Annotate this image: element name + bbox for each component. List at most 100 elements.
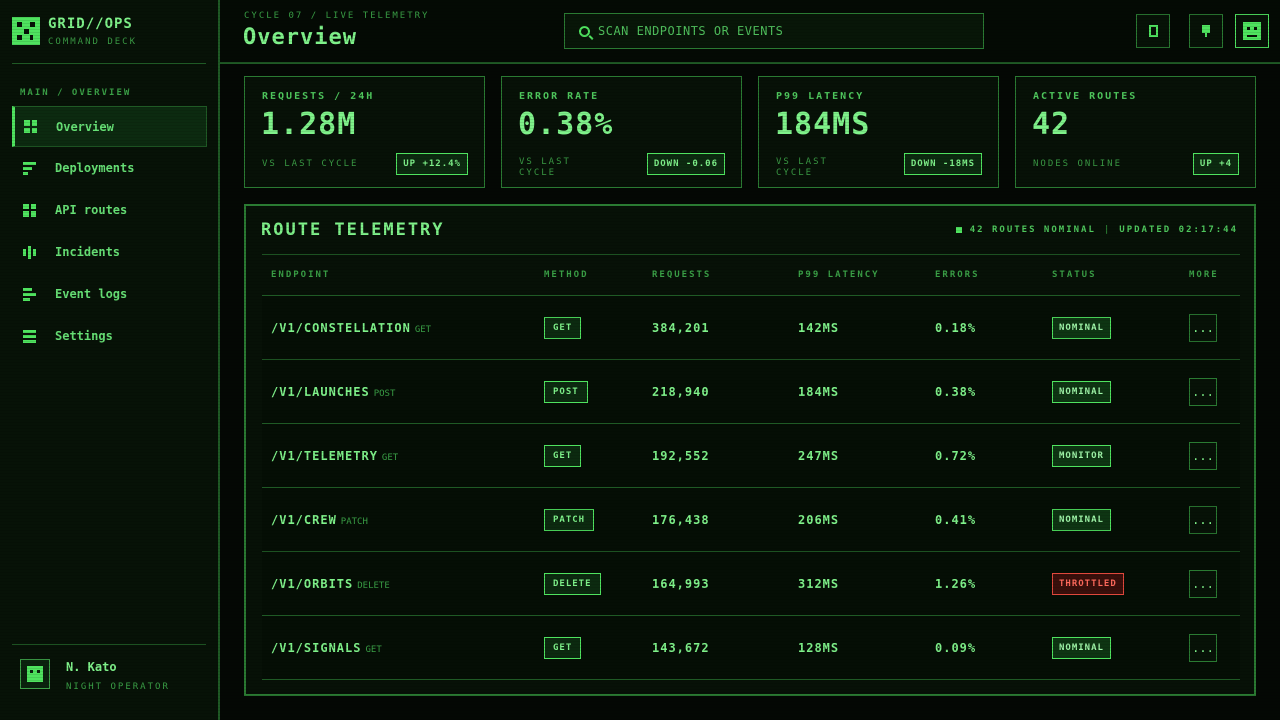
sidebar-nav: Overview Deployments API routes Incident…	[12, 106, 207, 357]
status-cell: NOMINAL	[1043, 487, 1180, 552]
more-button[interactable]: ...	[1189, 505, 1217, 534]
endpoint-path[interactable]: /V1/ORBITS	[271, 577, 353, 591]
stat-card-routes: ACTIVE ROUTES 42 NODES ONLINE UP +4	[1015, 76, 1256, 188]
more-button[interactable]: ...	[1189, 313, 1217, 342]
sidebar-item-settings[interactable]: Settings	[12, 315, 207, 357]
more-button[interactable]: ...	[1189, 569, 1217, 598]
user-profile[interactable]: N. Kato NIGHT OPERATOR	[20, 659, 170, 692]
breadcrumb: CYCLE 07 / LIVE TELEMETRY	[244, 11, 430, 21]
status-badge: THROTTLED	[1052, 572, 1124, 595]
user-role: NIGHT OPERATOR	[66, 682, 170, 692]
brand[interactable]: GRID//OPS COMMAND DECK	[12, 17, 137, 47]
grid-icon	[23, 203, 36, 217]
col-endpoint[interactable]: ENDPOINT	[262, 254, 535, 296]
stat-badge: DOWN -18MS	[903, 153, 982, 175]
endpoint-path[interactable]: /V1/CREW	[271, 513, 337, 527]
requests-cell: 384,201	[643, 295, 789, 360]
status-cell: MONITOR	[1043, 423, 1180, 488]
bars-icon	[23, 161, 36, 175]
endpoint-cell: /V1/CREW PATCH	[262, 487, 535, 552]
col-errors[interactable]: ERRORS	[926, 254, 1043, 296]
sidebar-item-label: Event logs	[55, 287, 128, 301]
endpoint-method-tag: GET	[365, 644, 382, 655]
more-button[interactable]: ...	[1189, 633, 1217, 662]
stat-card-latency: P99 LATENCY 184MS VS LAST CYCLE DOWN -18…	[758, 76, 999, 188]
col-requests[interactable]: REQUESTS	[643, 254, 789, 296]
stat-label: P99 LATENCY	[776, 91, 865, 102]
latency-cell: 206MS	[789, 487, 926, 552]
device-button[interactable]	[1136, 14, 1170, 48]
avatar-icon	[1243, 22, 1261, 40]
sidebar-item-incidents[interactable]: Incidents	[12, 231, 207, 273]
search-input[interactable]	[598, 24, 958, 38]
more-cell: ...	[1180, 551, 1240, 616]
endpoint-cell: /V1/SIGNALS GET	[262, 615, 535, 680]
updated-time: UPDATED 02:17:44	[1119, 225, 1238, 235]
stat-value: 42	[1032, 107, 1071, 142]
stat-badge: UP +12.4%	[396, 153, 468, 175]
sidebar-divider	[12, 63, 206, 64]
errors-cell: 0.38%	[926, 359, 1043, 424]
table-row[interactable]: /V1/LAUNCHES POST POST 218,940 184MS 0.38% NOM…	[262, 359, 1240, 424]
more-button[interactable]: ...	[1189, 441, 1217, 470]
sidebar-item-event-logs[interactable]: Event logs	[12, 273, 207, 315]
stat-subtext: NODES ONLINE	[1033, 159, 1123, 169]
method-cell: DELETE	[535, 551, 643, 616]
stat-label: REQUESTS / 24H	[262, 91, 375, 102]
table-row[interactable]: /V1/CREW PATCH PATCH 176,438 206MS 0.41% NOMIN…	[262, 487, 1240, 552]
endpoint-method-tag: GET	[414, 324, 432, 335]
stat-label: ACTIVE ROUTES	[1033, 91, 1138, 102]
table-row[interactable]: /V1/SIGNALS GET GET 143,672 128MS 0.09% NOMINA…	[262, 615, 1240, 680]
status-badge: NOMINAL	[1052, 316, 1111, 339]
sidebar-item-deployments[interactable]: Deployments	[12, 147, 207, 189]
errors-cell: 0.41%	[926, 487, 1043, 552]
method-chip: POST	[544, 380, 588, 403]
sidebar-item-label: API routes	[55, 203, 128, 217]
endpoint-cell: /V1/ORBITS DELETE	[262, 551, 535, 616]
endpoint-path[interactable]: /V1/CONSTELLATION	[271, 321, 411, 335]
table-row[interactable]: /V1/TELEMETRY GET GET 192,552 247MS 0.72% MONI…	[262, 423, 1240, 488]
search-box[interactable]	[564, 13, 984, 49]
sidebar-item-api-routes[interactable]: API routes	[12, 189, 207, 231]
profile-button[interactable]	[1235, 14, 1269, 48]
log-icon	[23, 287, 36, 301]
method-chip: GET	[544, 636, 582, 659]
col-more: MORE	[1180, 254, 1240, 296]
table-row[interactable]: /V1/CONSTELLATION GET GET 384,201 142MS 0.18%…	[262, 295, 1240, 360]
sidebar-divider	[12, 644, 206, 645]
stat-card-error-rate: ERROR RATE 0.38% VS LAST CYCLE DOWN -0.0…	[501, 76, 742, 188]
status-badge: MONITOR	[1052, 444, 1111, 467]
notifications-button[interactable]	[1189, 14, 1223, 48]
bell-icon	[1202, 25, 1210, 37]
method-cell: PATCH	[535, 487, 643, 552]
status-cell: THROTTLED	[1043, 551, 1180, 616]
latency-cell: 128MS	[789, 615, 926, 680]
stat-badge: DOWN -0.06	[646, 153, 725, 175]
errors-cell: 0.72%	[926, 423, 1043, 488]
col-status[interactable]: STATUS	[1043, 254, 1180, 296]
method-chip: GET	[544, 316, 582, 339]
stat-card-requests: REQUESTS / 24H 1.28M VS LAST CYCLE UP +1…	[244, 76, 485, 188]
endpoint-path[interactable]: /V1/SIGNALS	[271, 641, 361, 655]
more-button[interactable]: ...	[1189, 377, 1217, 406]
endpoint-path[interactable]: /V1/TELEMETRY	[271, 449, 378, 463]
col-method[interactable]: METHOD	[535, 254, 643, 296]
status-badge: NOMINAL	[1052, 508, 1111, 531]
table-row[interactable]: /V1/ORBITS DELETE DELETE 164,993 312MS 1.26% T…	[262, 551, 1240, 616]
col-latency[interactable]: P99 LATENCY	[789, 254, 926, 296]
stat-subtext: VS LAST CYCLE	[519, 157, 571, 178]
requests-cell: 176,438	[643, 487, 789, 552]
route-telemetry-panel: ROUTE TELEMETRY 42 ROUTES NOMINAL | UPDA…	[244, 204, 1256, 696]
method-cell: GET	[535, 423, 643, 488]
page-title: Overview	[243, 25, 357, 50]
logo-icon	[12, 17, 40, 45]
latency-cell: 312MS	[789, 551, 926, 616]
endpoint-method-tag: DELETE	[357, 580, 390, 591]
endpoint-path[interactable]: /V1/LAUNCHES	[271, 385, 370, 399]
sidebar-item-overview[interactable]: Overview	[12, 106, 207, 147]
brand-subtitle: COMMAND DECK	[48, 37, 138, 47]
latency-cell: 184MS	[789, 359, 926, 424]
endpoint-method-tag: POST	[373, 388, 396, 399]
status-badge: NOMINAL	[1052, 636, 1111, 659]
stat-value: 0.38%	[518, 107, 614, 142]
